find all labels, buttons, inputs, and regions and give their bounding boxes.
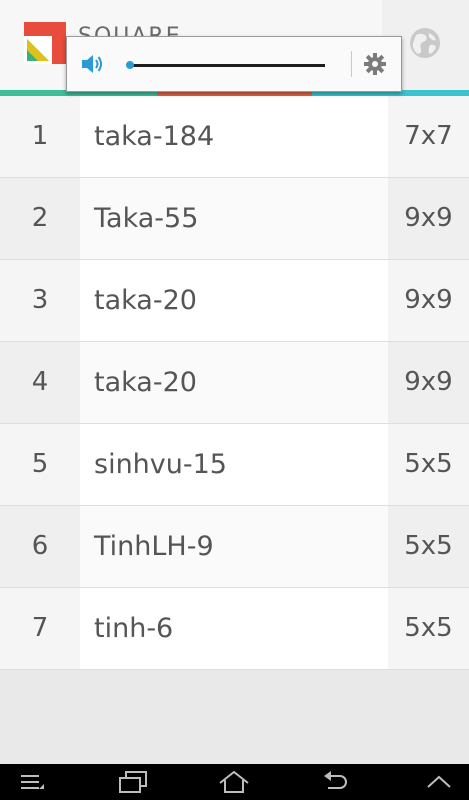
- speaker-icon[interactable]: [81, 54, 103, 74]
- player-name: TinhLH-9: [80, 506, 388, 587]
- back-icon[interactable]: [322, 770, 350, 794]
- list-item[interactable]: 7 tinh-6 5x5: [0, 588, 469, 670]
- board-size: 5x5: [388, 588, 469, 669]
- rank-number: 3: [0, 260, 80, 341]
- globe-icon: [410, 28, 440, 58]
- board-size: 9x9: [388, 260, 469, 341]
- list-item[interactable]: 5 sinhvu-15 5x5: [0, 424, 469, 506]
- list-item[interactable]: 1 taka-184 7x7: [0, 96, 469, 178]
- rank-number: 6: [0, 506, 80, 587]
- volume-popup: [66, 36, 402, 92]
- board-size: 9x9: [388, 342, 469, 423]
- list-item[interactable]: 6 TinhLH-9 5x5: [0, 506, 469, 588]
- rank-number: 1: [0, 96, 80, 177]
- divider: [351, 51, 352, 77]
- up-chevron-icon[interactable]: [426, 770, 452, 794]
- board-size: 5x5: [388, 506, 469, 587]
- rank-number: 2: [0, 178, 80, 259]
- gear-icon[interactable]: [364, 53, 386, 75]
- app-logo-icon[interactable]: [24, 22, 66, 64]
- board-size: 7x7: [388, 96, 469, 177]
- volume-slider-track[interactable]: [129, 64, 325, 67]
- board-size: 9x9: [388, 178, 469, 259]
- leaderboard-list: 1 taka-184 7x7 2 Taka-55 9x9 3 taka-20 9x9 4 taka-…: [0, 96, 469, 670]
- board-size: 5x5: [388, 424, 469, 505]
- player-name: taka-20: [80, 260, 388, 341]
- player-name: sinhvu-15: [80, 424, 388, 505]
- menu-icon[interactable]: [20, 770, 46, 794]
- player-name: taka-184: [80, 96, 388, 177]
- list-item[interactable]: 4 taka-20 9x9: [0, 342, 469, 424]
- recent-apps-icon[interactable]: [118, 770, 148, 794]
- player-name: tinh-6: [80, 588, 388, 669]
- rank-number: 7: [0, 588, 80, 669]
- volume-slider-thumb[interactable]: [126, 61, 134, 69]
- system-navigation-bar: [0, 764, 469, 800]
- list-item[interactable]: 3 taka-20 9x9: [0, 260, 469, 342]
- player-name: taka-20: [80, 342, 388, 423]
- rank-number: 5: [0, 424, 80, 505]
- rank-number: 4: [0, 342, 80, 423]
- list-item[interactable]: 2 Taka-55 9x9: [0, 178, 469, 260]
- player-name: Taka-55: [80, 178, 388, 259]
- home-icon[interactable]: [218, 770, 250, 794]
